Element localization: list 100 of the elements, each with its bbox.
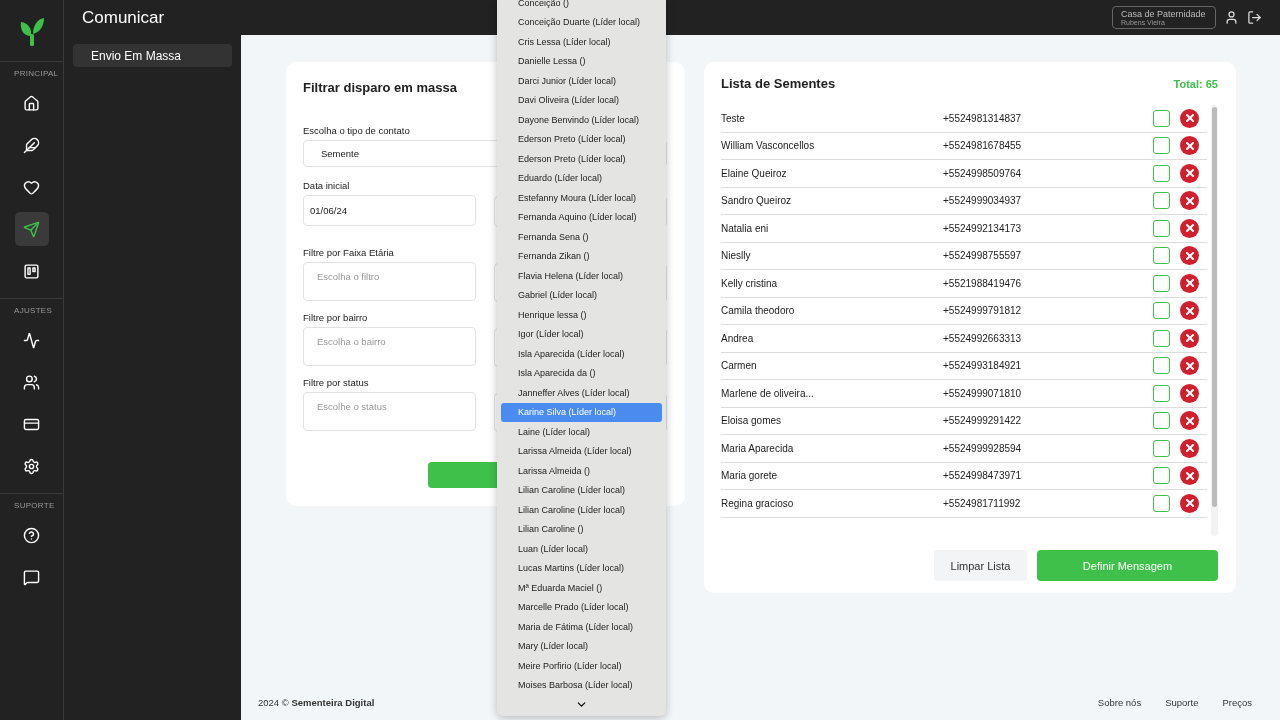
checkbox[interactable] — [1153, 357, 1170, 375]
checkbox[interactable] — [1153, 274, 1170, 292]
checkbox[interactable] — [1153, 302, 1170, 320]
checkbox[interactable] — [1153, 467, 1170, 485]
section-label: SUPORTE — [14, 501, 55, 510]
user-icon[interactable] — [1224, 10, 1239, 25]
remove-button[interactable] — [1180, 356, 1199, 376]
dropdown-option[interactable]: Lilian Caroline () — [501, 519, 662, 539]
chat-icon — [23, 568, 40, 586]
dropdown-option[interactable]: Flavia Helena (Líder local) — [501, 266, 662, 286]
dropdown-option[interactable]: Gabriel (Líder local) — [501, 285, 662, 305]
dropdown-option[interactable]: Isla Aparecida (Líder local) — [501, 344, 662, 364]
dropdown-option[interactable]: Davi Oliveira (Líder local) — [501, 90, 662, 110]
dropdown-option[interactable]: Mª Eduarda Maciel () — [501, 578, 662, 598]
checkbox[interactable] — [1153, 109, 1170, 127]
x-icon — [1183, 139, 1196, 152]
feather-icon — [23, 136, 40, 154]
card-title: Filtrar disparo em massa — [303, 80, 457, 95]
checkbox[interactable] — [1153, 247, 1170, 265]
remove-button[interactable] — [1180, 108, 1199, 128]
checkbox[interactable] — [1153, 219, 1170, 237]
x-icon — [1183, 277, 1196, 290]
checkbox[interactable] — [1153, 494, 1170, 512]
remove-button[interactable] — [1180, 246, 1199, 266]
contact-phone: +5524999928594 — [943, 442, 1023, 454]
dropdown-option[interactable]: Lucas Martins (Líder local) — [501, 558, 662, 578]
remove-button[interactable] — [1180, 136, 1199, 156]
dropdown-option[interactable]: Conceição () — [501, 0, 662, 13]
dropdown-option[interactable]: Fernanda Aquino (Líder local) — [501, 207, 662, 227]
dropdown-option[interactable]: Igor (Líder local) — [501, 324, 662, 344]
dropdown-option[interactable]: Cris Lessa (Líder local) — [501, 32, 662, 52]
dropdown-option[interactable]: Dayone Benvindo (Líder local) — [501, 110, 662, 130]
home-icon — [23, 94, 40, 112]
dropdown-option[interactable]: Janneffer Alves (Líder local) — [501, 383, 662, 403]
dropdown-option[interactable]: Mary (Líder local) — [501, 636, 662, 656]
dropdown-option[interactable]: Conceição Duarte (Líder local) — [501, 12, 662, 32]
remove-button[interactable] — [1180, 218, 1199, 238]
card-title: Lista de Sementes — [721, 76, 836, 91]
dropdown-option[interactable]: Eduardo (Líder local) — [501, 168, 662, 188]
remove-button[interactable] — [1180, 493, 1199, 513]
dropdown-option[interactable]: Laine (Líder local) — [501, 422, 662, 442]
checkbox[interactable] — [1153, 384, 1170, 402]
dropdown-option[interactable]: Larissa Almeida (Líder local) — [501, 441, 662, 461]
x-icon — [1183, 497, 1196, 510]
logout-icon[interactable] — [1247, 10, 1262, 25]
send-icon — [23, 220, 40, 238]
checkbox[interactable] — [1153, 439, 1170, 457]
contact-phone: +5524998473971 — [943, 470, 1023, 482]
remove-button[interactable] — [1180, 438, 1199, 458]
checkbox[interactable] — [1153, 164, 1170, 182]
field-label: Filtre por bairro — [303, 312, 369, 323]
users-icon — [23, 373, 40, 391]
remove-button[interactable] — [1180, 163, 1199, 183]
dropdown-option[interactable]: Luan (Líder local) — [501, 539, 662, 559]
footer-link[interactable]: Preços — [1222, 696, 1252, 708]
remove-button[interactable] — [1180, 383, 1199, 403]
nav-button[interactable] — [14, 212, 49, 246]
dropdown-option[interactable]: Moises Barbosa (Líder local) — [501, 675, 662, 695]
checkbox[interactable] — [1153, 192, 1170, 210]
dropdown-option[interactable]: Larissa Almeida () — [501, 461, 662, 481]
dropdown-option[interactable]: Lilian Caroline (Líder local) — [501, 480, 662, 500]
dropdown-option[interactable]: Lilian Caroline (Líder local) — [501, 500, 662, 520]
dropdown-option[interactable]: Henrique lessa () — [501, 305, 662, 325]
dropdown-option[interactable]: Meire Porfirio (Líder local) — [501, 656, 662, 676]
footer-link[interactable]: Suporte — [1165, 696, 1199, 708]
dropdown-option[interactable]: Darci Junior (Líder local) — [501, 71, 662, 91]
contact-name: Eloisa gomes — [721, 415, 783, 427]
dropdown-option[interactable]: Marcelle Prado (Líder local) — [501, 597, 662, 617]
page-title: Comunicar — [82, 7, 165, 28]
contact-phone: +5524999791812 — [943, 305, 1023, 317]
remove-button[interactable] — [1180, 191, 1199, 211]
dropdown-option[interactable]: Estefanny Moura (Líder local) — [501, 188, 662, 208]
board-icon — [23, 262, 40, 280]
dropdown-option[interactable]: Maria de Fátima (Líder local) — [501, 617, 662, 637]
contact-name: Maria Aparecida — [721, 442, 795, 454]
remove-button[interactable] — [1180, 411, 1199, 431]
footer-link[interactable]: Sobre nós — [1097, 696, 1142, 708]
date-field[interactable]: 01/06/24 — [303, 195, 476, 226]
dropdown-option[interactable]: Fernanda Sena () — [501, 227, 662, 247]
contact-name: Carmen — [721, 360, 758, 372]
x-icon — [1183, 112, 1196, 125]
dropdown-option[interactable]: Fernanda Zikan () — [501, 246, 662, 266]
remove-button[interactable] — [1180, 466, 1199, 486]
scrollbar[interactable] — [1211, 105, 1218, 536]
dropdown-option[interactable]: Danielle Lessa () — [501, 51, 662, 71]
remove-button[interactable] — [1180, 328, 1199, 348]
dropdown-option[interactable]: Isla Aparecida da () — [501, 363, 662, 383]
x-icon — [1183, 442, 1196, 455]
remove-button[interactable] — [1180, 301, 1199, 321]
x-icon — [1183, 249, 1196, 262]
submenu-item[interactable]: Envio Em Massa — [73, 44, 232, 67]
clear-list-button[interactable]: Limpar Lista — [934, 550, 1027, 581]
contact-name: Camila theodoro — [721, 305, 796, 317]
remove-button[interactable] — [1180, 273, 1199, 293]
contact-name: Teste — [721, 112, 746, 124]
contact-phone: +5524981711992 — [943, 497, 1022, 509]
checkbox[interactable] — [1153, 137, 1170, 155]
dropdown-option[interactable]: Ederson Preto (Líder local) — [501, 149, 662, 169]
checkbox[interactable] — [1153, 412, 1170, 430]
checkbox[interactable] — [1153, 329, 1170, 347]
